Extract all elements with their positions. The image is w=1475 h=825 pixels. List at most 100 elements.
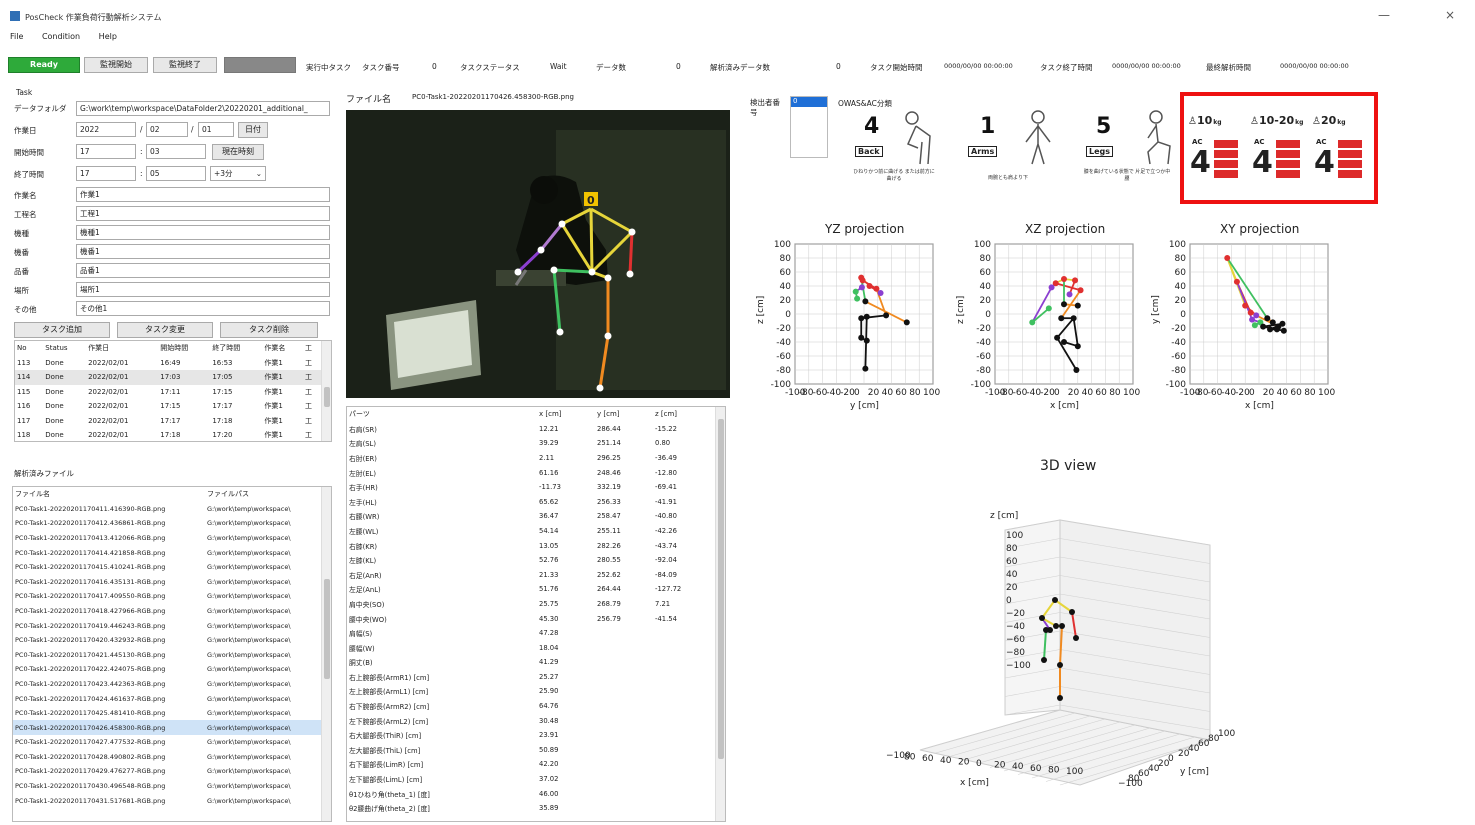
joint-row[interactable]: 左腰(WL) 54.14 255.11 -42.26 <box>347 524 713 539</box>
joint-row[interactable]: 肩幅(S) 47.28 <box>347 626 713 641</box>
year-field[interactable]: 2022 <box>76 122 136 137</box>
joint-row[interactable]: θ1ひねり角(theta_1) [度] 46.00 <box>347 786 713 801</box>
joint-row[interactable]: 左大腿部長(ThiL) [cm] 50.89 <box>347 743 713 758</box>
joint-row[interactable]: 右肘(ER) 2.11 296.25 -36.49 <box>347 451 713 466</box>
task-field-input[interactable]: 機種1 <box>76 225 330 240</box>
joint-row[interactable]: 左足(AnL) 51.76 264.44 -127.72 <box>347 582 713 597</box>
task-table-row[interactable]: 118 Done 2022/02/01 17:18 17:20 作業1 工 <box>15 428 321 441</box>
task-table-header-cell[interactable]: 開始時間 <box>158 341 210 356</box>
file-list-item[interactable]: PC0-Task1-20220201170428.490802-RGB.png G… <box>13 750 323 765</box>
task-field-input[interactable]: 場所1 <box>76 282 330 297</box>
file-list-item[interactable]: PC0-Task1-20220201170422.424075-RGB.png G… <box>13 662 323 677</box>
date-button[interactable]: 日付 <box>238 122 268 138</box>
joint-row[interactable]: 左下腕部長(ArmL2) [cm] 30.48 <box>347 713 713 728</box>
joint-row[interactable]: 左下腿部長(LimL) [cm] 37.02 <box>347 772 713 787</box>
files-scrollbar[interactable] <box>321 487 331 821</box>
task-table-header-cell[interactable]: 工 <box>303 341 321 356</box>
duration-select[interactable]: +3分 ⌄ <box>210 166 266 181</box>
ready-button[interactable]: Ready <box>8 57 80 73</box>
file-list-item[interactable]: PC0-Task1-20220201170425.481410-RGB.png G… <box>13 706 323 721</box>
task-table-header-cell[interactable]: No <box>15 341 43 356</box>
file-list-item[interactable]: PC0-Task1-20220201170420.432932-RGB.png G… <box>13 633 323 648</box>
file-list-item[interactable]: PC0-Task1-20220201170421.445130-RGB.png G… <box>13 647 323 662</box>
joint-row[interactable]: 腰中央(WO) 45.30 256.79 -41.54 <box>347 611 713 626</box>
menu-help[interactable]: Help <box>99 32 117 41</box>
file-list-item[interactable]: PC0-Task1-20220201170423.442363-RGB.png G… <box>13 677 323 692</box>
file-list-item[interactable]: PC0-Task1-20220201170426.458300-RGB.png G… <box>13 720 323 735</box>
joint-table-scrollbar[interactable] <box>715 407 725 821</box>
scroll-thumb[interactable] <box>324 579 330 679</box>
joint-row[interactable]: 右大腿部長(ThiR) [cm] 23.91 <box>347 728 713 743</box>
end-hour-field[interactable]: 17 <box>76 166 136 181</box>
file-list-item[interactable]: PC0-Task1-20220201170412.436861-RGB.png G… <box>13 516 323 531</box>
folder-field[interactable]: G:\work\temp\workspace\DataFolder2\20220… <box>76 101 330 116</box>
menu-file[interactable]: File <box>10 32 23 41</box>
start-hour-field[interactable]: 17 <box>76 144 136 159</box>
file-list-item[interactable]: PC0-Task1-20220201170419.446243-RGB.png G… <box>13 618 323 633</box>
task-table-row[interactable]: 113 Done 2022/02/01 16:49 16:53 作業1 工 <box>15 356 321 371</box>
change-task-button[interactable]: タスク変更 <box>117 322 213 338</box>
task-table-header-cell[interactable]: Status <box>43 341 86 356</box>
joint-row[interactable]: 右腰(WR) 36.47 258.47 -40.80 <box>347 509 713 524</box>
task-field-input[interactable]: 品番1 <box>76 263 330 278</box>
file-list-item[interactable]: PC0-Task1-20220201170418.427966-RGB.png G… <box>13 604 323 619</box>
joint-row[interactable]: 左上腕部長(ArmL1) [cm] 25.90 <box>347 684 713 699</box>
joint-row[interactable]: 腰幅(W) 18.04 <box>347 640 713 655</box>
task-field-input[interactable]: 工程1 <box>76 206 330 221</box>
joint-row[interactable]: 右下腿部長(LimR) [cm] 42.20 <box>347 757 713 772</box>
task-table-row[interactable]: 115 Done 2022/02/01 17:11 17:15 作業1 工 <box>15 385 321 400</box>
minimize-button[interactable]: — <box>1378 8 1390 22</box>
scroll-thumb[interactable] <box>718 419 724 759</box>
joint-row[interactable]: 右足(AnR) 21.33 252.62 -84.09 <box>347 567 713 582</box>
joint-row[interactable]: 右膝(KR) 13.05 282.26 -43.74 <box>347 538 713 553</box>
joint-row[interactable]: 左肩(SL) 39.29 251.14 0.80 <box>347 436 713 451</box>
file-list-item[interactable]: PC0-Task1-20220201170429.476277-RGB.png G… <box>13 764 323 779</box>
joint-row[interactable]: 左肘(EL) 61.16 248.46 -12.80 <box>347 465 713 480</box>
task-field-input[interactable]: その他1 <box>76 301 330 316</box>
joint-row[interactable]: 右下腕部長(ArmR2) [cm] 64.76 <box>347 699 713 714</box>
joint-row[interactable]: θ2腰曲げ角(theta_2) [度] 35.89 <box>347 801 713 816</box>
joint-row[interactable]: 肩中央(SO) 25.75 268.79 7.21 <box>347 597 713 612</box>
file-list-item[interactable]: PC0-Task1-20220201170411.416390-RGB.png G… <box>13 502 323 517</box>
detector-list[interactable]: 0 <box>790 96 828 158</box>
joint-row[interactable]: 右上腕部長(ArmR1) [cm] 25.27 <box>347 670 713 685</box>
monitor-start-button[interactable]: 監視開始 <box>84 57 148 73</box>
task-table-row[interactable]: 114 Done 2022/02/01 17:03 17:05 作業1 工 <box>15 370 321 385</box>
task-table-header-cell[interactable]: 終了時間 <box>210 341 262 356</box>
task-field-input[interactable]: 作業1 <box>76 187 330 202</box>
task-table-header-cell[interactable]: 作業日 <box>86 341 158 356</box>
file-list-item[interactable]: PC0-Task1-20220201170417.409550-RGB.png G… <box>13 589 323 604</box>
joint-row[interactable]: 左膝(KL) 52.76 280.55 -92.04 <box>347 553 713 568</box>
monitor-stop-button[interactable]: 監視終了 <box>153 57 217 73</box>
delete-task-button[interactable]: タスク削除 <box>220 322 318 338</box>
joint-row[interactable]: 胴丈(B) 41.29 <box>347 655 713 670</box>
task-table-row[interactable]: 116 Done 2022/02/01 17:15 17:17 作業1 工 <box>15 399 321 414</box>
file-list-item[interactable]: PC0-Task1-20220201170413.412066-RGB.png G… <box>13 531 323 546</box>
add-task-button[interactable]: タスク追加 <box>14 322 110 338</box>
end-minute-field[interactable]: 05 <box>146 166 206 181</box>
day-field[interactable]: 01 <box>198 122 234 137</box>
close-button[interactable]: × <box>1445 8 1455 22</box>
menu-condition[interactable]: Condition <box>42 32 80 41</box>
scroll-thumb[interactable] <box>324 387 330 407</box>
month-field[interactable]: 02 <box>146 122 188 137</box>
file-list-item[interactable]: PC0-Task1-20220201170414.421858-RGB.png G… <box>13 545 323 560</box>
task-table-scrollbar[interactable] <box>321 341 331 441</box>
file-list-item[interactable]: PC0-Task1-20220201170431.517681-RGB.png G… <box>13 793 323 808</box>
joint-row[interactable]: 左手(HL) 65.62 256.33 -41.91 <box>347 494 713 509</box>
now-button[interactable]: 現在時刻 <box>212 144 264 160</box>
file-list-item[interactable]: PC0-Task1-20220201170415.410241-RGB.png G… <box>13 560 323 575</box>
start-minute-field[interactable]: 03 <box>146 144 206 159</box>
file-list-item[interactable]: PC0-Task1-20220201170424.461637-RGB.png G… <box>13 691 323 706</box>
joint-row[interactable]: 右肩(SR) 12.21 286.44 -15.22 <box>347 422 713 437</box>
joint-row[interactable]: 右手(HR) -11.73 332.19 -69.41 <box>347 480 713 495</box>
file-list-item[interactable]: PC0-Task1-20220201170430.496548-RGB.png G… <box>13 779 323 794</box>
owas-legs-caption: 膝を曲げている状態で 片足で立つか中腰 <box>1083 169 1171 182</box>
task-table-row[interactable]: 117 Done 2022/02/01 17:17 17:18 作業1 工 <box>15 414 321 429</box>
file-list-item[interactable]: PC0-Task1-20220201170416.435131-RGB.png G… <box>13 574 323 589</box>
detector-item[interactable]: 0 <box>791 97 827 107</box>
task-table-header-cell[interactable]: 作業名 <box>262 341 303 356</box>
file-list-item[interactable]: PC0-Task1-20220201170427.477532-RGB.png G… <box>13 735 323 750</box>
start-time-label: 開始時間 <box>14 148 44 157</box>
task-field-input[interactable]: 機番1 <box>76 244 330 259</box>
